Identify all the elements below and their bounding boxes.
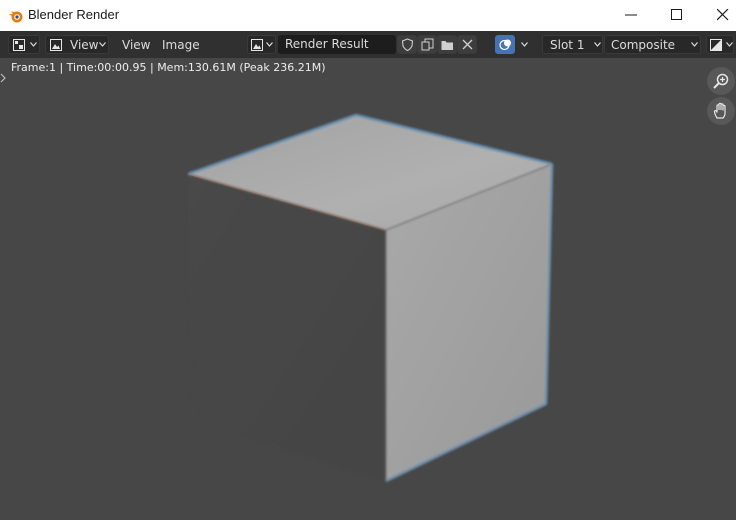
- overlay-toggle-button[interactable]: [495, 35, 515, 54]
- duplicate-image-button[interactable]: [417, 35, 437, 54]
- maximize-button[interactable]: [654, 0, 700, 31]
- zoom-button[interactable]: [707, 67, 735, 95]
- slot-value: Slot 1: [550, 38, 585, 52]
- chevron-down-icon: [726, 42, 733, 47]
- fake-user-shield-icon: [401, 38, 414, 51]
- display-channels-dropdown[interactable]: [706, 35, 734, 54]
- zoom-icon: [713, 73, 729, 89]
- menu-view[interactable]: View: [122, 38, 150, 52]
- display-channels-icon: [710, 39, 722, 51]
- maximize-icon: [671, 9, 682, 20]
- image-editor-icon: [13, 39, 25, 51]
- open-image-button[interactable]: [437, 35, 457, 54]
- window-title: Blender Render: [28, 7, 120, 22]
- minimize-button[interactable]: [608, 0, 654, 31]
- image-editor-header: View View Image Render Result Slot 1 Com…: [0, 31, 736, 58]
- editor-type-button[interactable]: [8, 35, 40, 54]
- chevron-down-icon: [30, 42, 37, 47]
- close-icon: [717, 9, 729, 21]
- render-info-text: Frame:1 | Time:00:00.95 | Mem:130.61M (P…: [11, 61, 326, 74]
- menu-image[interactable]: Image: [162, 38, 200, 52]
- close-button[interactable]: [700, 0, 736, 31]
- duplicate-icon: [421, 38, 434, 51]
- slot-dropdown[interactable]: Slot 1: [542, 35, 603, 54]
- fake-user-button[interactable]: [397, 35, 417, 54]
- sidebar-expand-arrow-icon[interactable]: [0, 73, 8, 83]
- chevron-down-icon: [266, 42, 273, 47]
- minimize-icon: [625, 14, 637, 16]
- cube: [187, 114, 553, 482]
- view-mode-label: View: [70, 38, 99, 52]
- chevron-down-icon: [521, 42, 528, 47]
- browse-image-button[interactable]: [247, 35, 276, 54]
- view-mode-dropdown[interactable]: View: [45, 35, 109, 54]
- render-layer-value: Composite: [611, 38, 676, 52]
- chevron-down-icon: [99, 42, 106, 47]
- chevron-down-icon: [594, 42, 601, 47]
- window-titlebar: Blender Render: [0, 0, 736, 31]
- render-layer-dropdown[interactable]: Composite: [604, 35, 701, 54]
- pan-button[interactable]: [707, 97, 735, 125]
- open-folder-icon: [441, 41, 453, 50]
- render-result-image: [187, 114, 553, 482]
- hand-pan-icon: [713, 102, 726, 119]
- chevron-down-icon: [691, 42, 698, 47]
- unlink-image-button[interactable]: [457, 35, 477, 54]
- overlay-dropdown[interactable]: [515, 35, 533, 54]
- blender-logo-icon: [8, 8, 24, 24]
- unlink-x-icon: [462, 39, 473, 50]
- image-icon: [50, 39, 62, 51]
- image-name-value: Render Result: [285, 37, 369, 51]
- image-browse-icon: [251, 39, 263, 51]
- image-name-field[interactable]: Render Result: [278, 35, 396, 54]
- overlay-icon: [499, 39, 511, 51]
- image-viewport[interactable]: [0, 58, 736, 520]
